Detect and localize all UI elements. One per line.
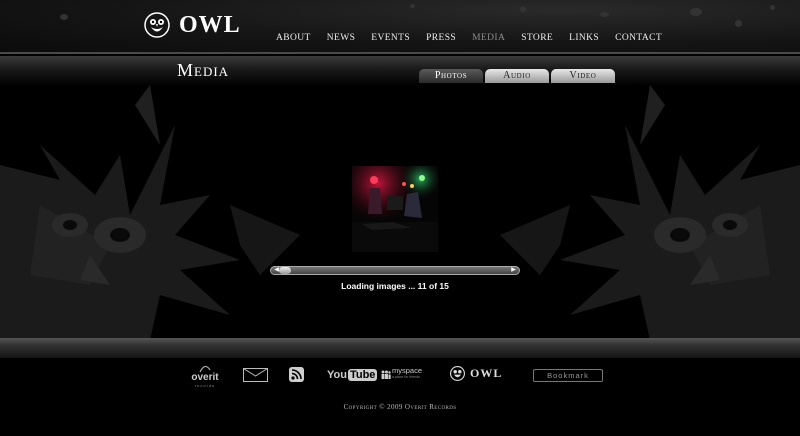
nav-item-media[interactable]: Media <box>464 33 513 43</box>
copyright-text: Copyright © 2009 Overit Records <box>343 403 457 411</box>
footer-band <box>0 338 800 358</box>
scroll-right-icon[interactable]: ▶ <box>509 267 518 274</box>
rss-feed-link[interactable] <box>289 367 304 382</box>
nav-item-news[interactable]: News <box>319 33 364 43</box>
media-tabs: Photos Audio Video <box>419 69 615 83</box>
myspace-link[interactable]: myspace a place for friends <box>381 367 427 383</box>
loading-status: Loading images ... 11 of 15 <box>341 281 449 291</box>
site-logo[interactable]: OWL <box>144 10 241 40</box>
myspace-label: myspace <box>392 366 423 375</box>
youtube-tube-text: Tube <box>347 369 378 381</box>
nav-item-contact[interactable]: Contact <box>607 33 670 43</box>
myspace-people-icon <box>381 370 391 379</box>
owl-silhouette-art-right <box>500 85 800 340</box>
owl-footer-logo[interactable]: OWL <box>450 366 502 381</box>
splatter-decoration <box>690 8 702 16</box>
youtube-you-text: You <box>327 369 347 381</box>
header: OWL About News Events Press Media Store … <box>0 0 800 54</box>
overit-sub-label: records <box>194 383 216 388</box>
youtube-link[interactable]: You Tube <box>327 367 378 383</box>
overit-swirl-icon <box>199 365 211 373</box>
overit-label: overit <box>191 372 219 383</box>
nav-item-store[interactable]: Store <box>513 33 561 43</box>
splatter-decoration <box>600 12 609 17</box>
splatter-decoration <box>410 4 415 8</box>
page: OWL About News Events Press Media Store … <box>0 0 800 436</box>
splatter-decoration <box>735 20 742 27</box>
splatter-decoration <box>60 14 68 20</box>
owl-silhouette-art-left <box>0 85 300 340</box>
page-title: Media <box>177 60 230 80</box>
owl-footer-text: OWL <box>470 366 503 380</box>
email-icon[interactable] <box>243 368 268 382</box>
tab-audio[interactable]: Audio <box>485 69 549 83</box>
gallery-photo[interactable] <box>352 166 438 252</box>
tab-video[interactable]: Video <box>551 69 615 83</box>
splatter-decoration <box>770 5 775 10</box>
scrollbar-thumb[interactable] <box>279 267 291 274</box>
rss-icon <box>291 369 302 380</box>
nav-item-events[interactable]: Events <box>363 33 418 43</box>
owl-logo-icon <box>144 12 170 38</box>
bookmark-button[interactable]: Bookmark <box>533 369 603 382</box>
logo-text: OWL <box>179 11 241 38</box>
gallery-scrollbar[interactable]: ◀ ▶ <box>270 266 520 275</box>
title-strip <box>0 56 800 86</box>
nav-item-press[interactable]: Press <box>418 33 464 43</box>
owl-logo-icon <box>450 366 465 381</box>
nav-item-links[interactable]: Links <box>561 33 607 43</box>
nav-item-about[interactable]: About <box>268 33 319 43</box>
splatter-decoration <box>520 6 526 12</box>
overit-records-link[interactable]: overit records <box>188 364 222 392</box>
tab-photos[interactable]: Photos <box>419 69 483 83</box>
myspace-tagline: a place for friends <box>392 375 420 379</box>
main-nav: About News Events Press Media Store Link… <box>268 33 670 43</box>
